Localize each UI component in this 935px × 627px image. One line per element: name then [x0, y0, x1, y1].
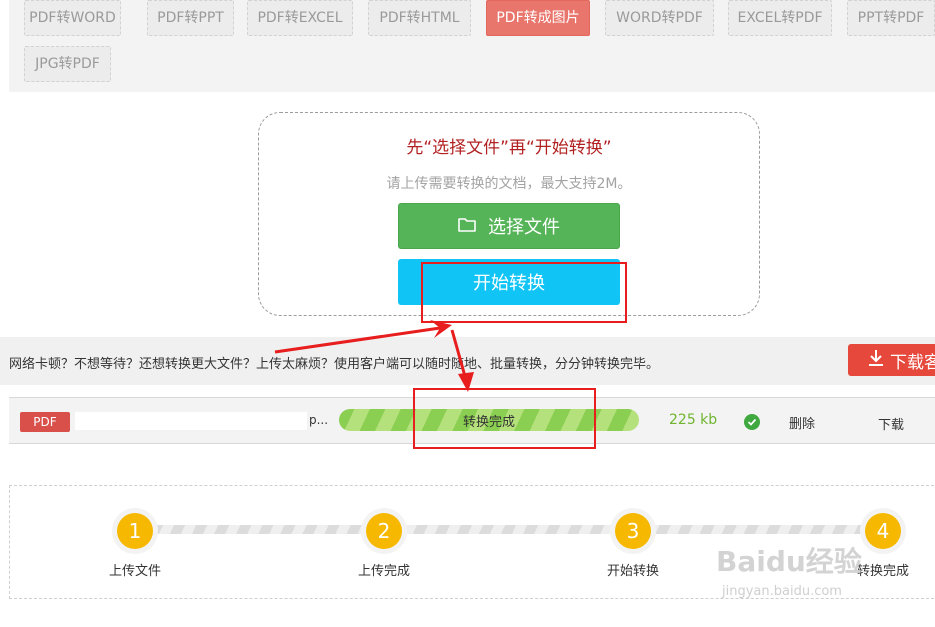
- annotation-arrows: [274, 320, 474, 392]
- baidu-watermark-logo: Baidu经验: [716, 545, 862, 578]
- annotation-arrow-left: [274, 326, 441, 354]
- baidu-watermark-url: jingyan.baidu.com: [722, 584, 842, 599]
- annotation-arrowhead-down: [458, 372, 474, 392]
- annotation-arrow-down: [450, 329, 468, 381]
